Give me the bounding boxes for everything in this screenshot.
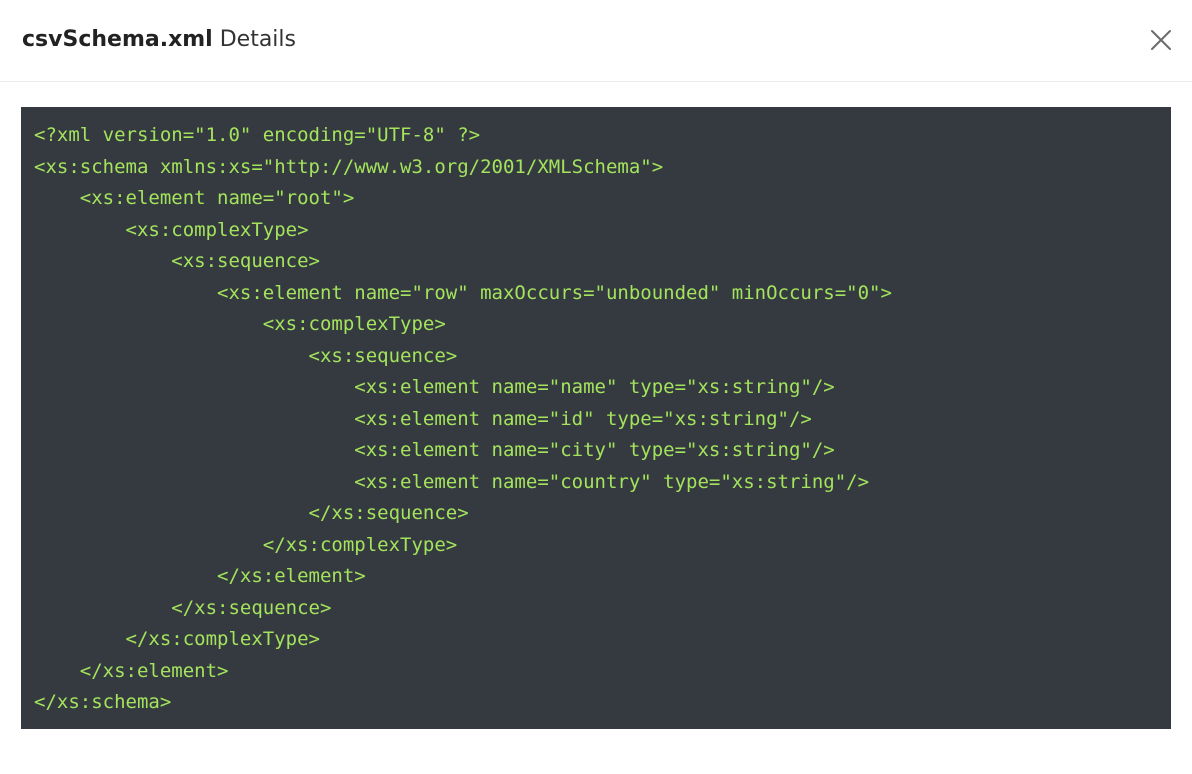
code-line: <?xml version="1.0" encoding="UTF-8" ?> [34,124,481,146]
code-line: <xs:element name="id" type="xs:string"/> [34,407,812,430]
code-line: </xs:schema> [34,691,172,713]
close-button[interactable] [1145,24,1177,56]
close-icon [1151,30,1171,50]
code-line: </xs:element> [34,659,229,682]
code-line: <xs:sequence> [34,344,458,367]
modal-title-filename: csvSchema.xml [22,27,213,52]
code-line: <xs:element name="city" type="xs:string"… [34,439,835,461]
code-line: <xs:element name="name" type="xs:string"… [34,376,835,398]
code-line: <xs:element name="row" maxOccurs="unboun… [34,281,892,304]
code-line: </xs:sequence> [34,502,469,524]
code-line: <xs:complexType> [34,218,309,241]
modal-header: csvSchema.xml Details [0,0,1192,82]
code-line: </xs:element> [34,565,366,587]
code-line: </xs:complexType> [34,533,458,556]
code-line: <xs:element name="country" type="xs:stri… [34,470,870,493]
code-line: </xs:sequence> [34,596,332,619]
code-line: <xs:sequence> [34,250,320,272]
code-line: <xs:complexType> [34,313,446,335]
modal-title-suffix: Details [212,27,296,52]
modal-title: csvSchema.xml Details [22,24,296,56]
code-line: <xs:schema xmlns:xs="http://www.w3.org/2… [34,155,664,178]
code-block: <?xml version="1.0" encoding="UTF-8" ?> … [21,107,1171,729]
code-line: <xs:element name="root"> [34,187,355,209]
code-line: </xs:complexType> [34,628,320,650]
